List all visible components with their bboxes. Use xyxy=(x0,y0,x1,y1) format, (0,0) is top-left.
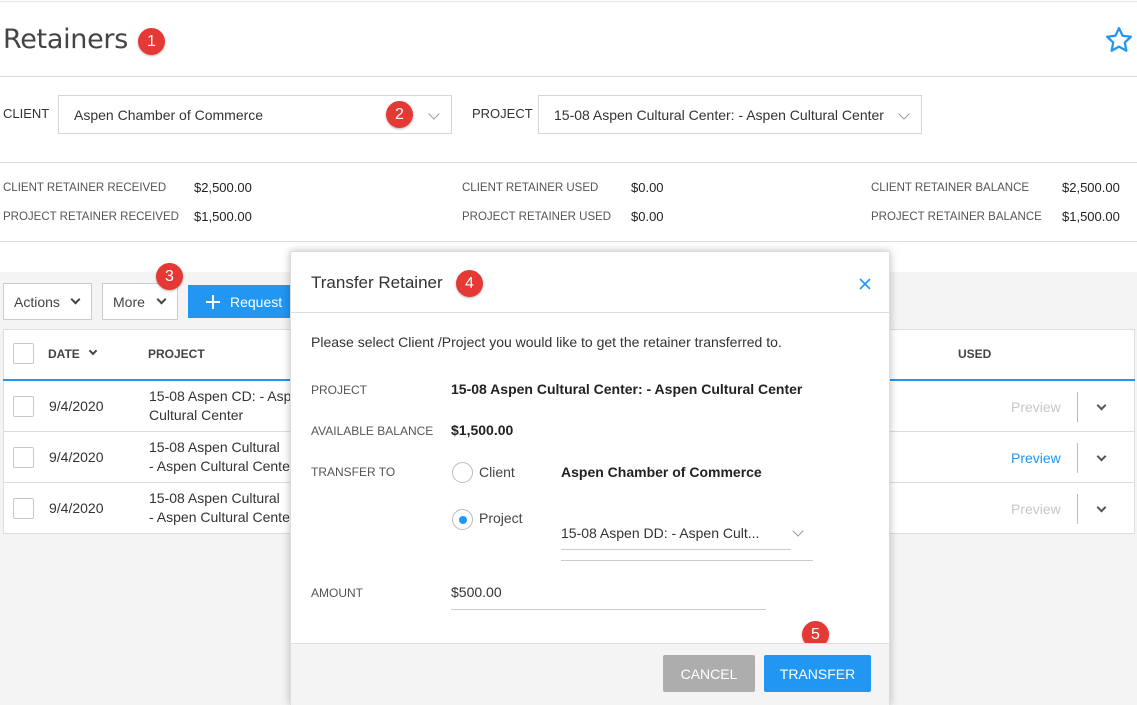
actions-button[interactable]: Actions xyxy=(3,283,92,320)
callout-badge-1: 1 xyxy=(138,28,165,55)
row-preview-link[interactable]: Preview xyxy=(1011,501,1061,517)
project-select-value: 15-08 Aspen Cultural Center: - Aspen Cul… xyxy=(554,106,884,123)
row-preview-link[interactable]: Preview xyxy=(1011,399,1061,415)
modal-project-value: 15-08 Aspen Cultural Center: - Aspen Cul… xyxy=(451,381,803,397)
project-radio-label: Project xyxy=(479,510,523,526)
amount-input-value: $500.00 xyxy=(451,584,502,600)
page-title: Retainers xyxy=(3,24,128,55)
chevron-down-icon xyxy=(898,108,910,120)
row-date: 9/4/2020 xyxy=(49,500,104,516)
select-outer-underline xyxy=(561,560,813,561)
project-retainer-used-value: $0.00 xyxy=(631,209,664,224)
chevron-down-icon xyxy=(428,108,440,120)
top-divider xyxy=(0,1,1137,2)
client-retainer-received-label: CLIENT RETAINER RECEIVED xyxy=(3,182,167,194)
summary-divider xyxy=(0,241,1137,242)
project-column-header: PROJECT xyxy=(148,347,205,361)
row-preview-link[interactable]: Preview xyxy=(1011,450,1061,466)
cancel-button[interactable]: CANCEL xyxy=(663,655,755,692)
client-retainer-used-label: CLIENT RETAINER USED xyxy=(462,182,599,194)
client-retainer-balance-value: $2,500.00 xyxy=(1062,180,1120,195)
client-retainer-used-value: $0.00 xyxy=(631,180,664,195)
project-radio[interactable] xyxy=(452,509,473,530)
chevron-down-icon xyxy=(70,294,81,305)
client-radio-label: Client xyxy=(479,464,515,480)
request-button[interactable]: Request xyxy=(188,285,298,318)
project-retainer-used-label: PROJECT RETAINER USED xyxy=(462,211,612,223)
client-filter-label: CLIENT xyxy=(3,106,50,121)
row-project-line2: - Aspen Cultural Cente xyxy=(149,509,290,525)
transfer-project-select[interactable]: 15-08 Aspen DD: - Aspen Cult... xyxy=(561,514,813,561)
callout-badge-4: 4 xyxy=(456,270,483,297)
used-column-header: USED xyxy=(958,347,992,361)
row-project-line2: - Aspen Cultural Cente xyxy=(149,458,290,474)
row-date: 9/4/2020 xyxy=(49,449,104,465)
callout-badge-2: 2 xyxy=(386,101,413,128)
project-retainer-received-label: PROJECT RETAINER RECEIVED xyxy=(3,211,179,223)
transfer-to-label: TRANSFER TO xyxy=(311,465,396,479)
row-project-line1: 15-08 Aspen Cultural xyxy=(149,490,280,506)
project-select[interactable]: 15-08 Aspen Cultural Center: - Aspen Cul… xyxy=(538,95,922,134)
actions-button-label: Actions xyxy=(14,293,60,310)
callout-badge-3: 3 xyxy=(156,263,183,290)
client-select-value: Aspen Chamber of Commerce xyxy=(74,106,264,123)
row-checkbox[interactable] xyxy=(13,447,34,468)
row-project-line1: 15-08 Aspen Cultural xyxy=(149,439,280,455)
chevron-down-icon xyxy=(792,525,804,537)
more-button-label: More xyxy=(113,293,145,310)
client-retainer-received-value: $2,500.00 xyxy=(194,180,252,195)
row-action-divider xyxy=(1077,443,1078,473)
modal-project-label: PROJECT xyxy=(311,383,368,397)
row-action-divider xyxy=(1077,494,1078,524)
project-retainer-balance-value: $1,500.00 xyxy=(1062,209,1120,224)
row-date: 9/4/2020 xyxy=(49,398,104,414)
row-project-line1: 15-08 Aspen CD: - Asp xyxy=(149,388,292,404)
chevron-down-icon xyxy=(156,294,167,305)
amount-input[interactable]: $500.00 xyxy=(451,576,766,610)
row-action-divider xyxy=(1077,392,1078,422)
project-retainer-balance-label: PROJECT RETAINER BALANCE xyxy=(871,211,1042,223)
client-radio[interactable] xyxy=(452,462,473,483)
request-button-label: Request xyxy=(230,293,283,310)
radio-selected-dot xyxy=(459,516,467,524)
select-underline xyxy=(561,549,791,550)
transfer-retainer-modal: Transfer Retainer 4 Please select Client… xyxy=(290,251,890,705)
project-retainer-received-value: $1,500.00 xyxy=(194,209,252,224)
available-balance-value: $1,500.00 xyxy=(451,422,514,438)
favorite-star-icon[interactable] xyxy=(1104,25,1134,55)
date-column-header[interactable]: DATE xyxy=(48,346,98,361)
row-checkbox[interactable] xyxy=(13,396,34,417)
row-project-line2: Cultural Center xyxy=(149,407,244,423)
available-balance-label: AVAILABLE BALANCE xyxy=(311,424,434,438)
modal-title: Transfer Retainer xyxy=(311,273,443,292)
project-filter-label: PROJECT xyxy=(472,106,533,121)
transfer-project-select-value: 15-08 Aspen DD: - Aspen Cult... xyxy=(561,525,760,541)
client-radio-value: Aspen Chamber of Commerce xyxy=(561,464,762,480)
modal-instructions: Please select Client /Project you would … xyxy=(311,334,782,350)
modal-header-divider xyxy=(291,312,889,313)
date-column-label: DATE xyxy=(48,347,80,361)
close-icon[interactable] xyxy=(858,277,872,291)
filters-divider xyxy=(0,162,1137,163)
client-retainer-balance-label: CLIENT RETAINER BALANCE xyxy=(871,182,1030,194)
row-checkbox[interactable] xyxy=(13,498,34,519)
header-divider xyxy=(0,76,1137,77)
amount-underline xyxy=(451,609,766,610)
modal-footer: CANCEL TRANSFER xyxy=(291,643,889,705)
select-all-checkbox[interactable] xyxy=(13,343,34,364)
plus-icon xyxy=(206,294,220,309)
amount-label: AMOUNT xyxy=(311,586,363,600)
transfer-button[interactable]: TRANSFER xyxy=(764,655,871,692)
